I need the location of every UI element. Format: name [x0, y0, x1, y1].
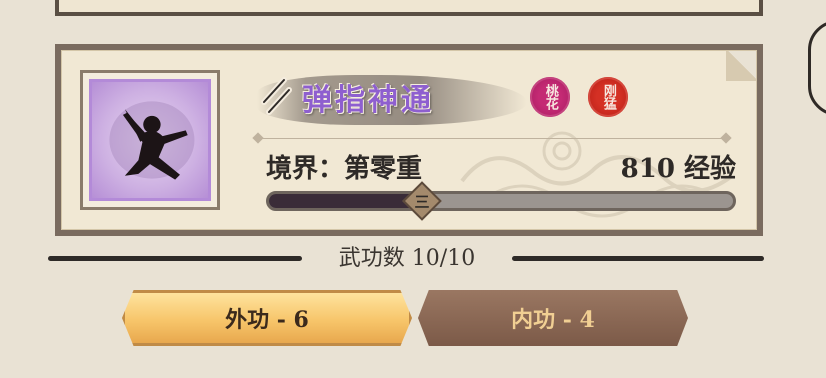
count-divider-left: [48, 256, 302, 261]
progress-marker-label: 三: [414, 192, 430, 211]
progress-bar: [266, 191, 736, 211]
skill-portrait-frame: [80, 70, 220, 210]
progress-bar-fill: [269, 194, 423, 208]
folded-corner: [726, 51, 756, 81]
side-scroll-handle[interactable]: [808, 20, 826, 116]
skill-card[interactable]: 弹指神通 桃花 刚猛 境界：第零重 810 经验 三: [55, 44, 763, 236]
tag-seal-strong[interactable]: 刚猛: [588, 77, 628, 117]
kicking-martial-artist-icon: [109, 101, 195, 180]
skill-card-body: 弹指神通 桃花 刚猛 境界：第零重 810 经验 三: [61, 50, 757, 230]
divider-line: [258, 138, 726, 139]
realm-label: 境界：第零重: [266, 154, 423, 184]
tab-internal-skills[interactable]: 内功 - 4: [418, 290, 688, 346]
skill-portrait: [89, 79, 211, 201]
count-divider-right: [512, 256, 764, 261]
finger-flick-icon: [261, 77, 292, 115]
tab-external-skills[interactable]: 外功 - 6: [122, 290, 412, 346]
experience-value: 810 经验: [620, 154, 736, 184]
previous-skill-card[interactable]: [55, 0, 763, 16]
tag-seal-peach-blossom[interactable]: 桃花: [530, 77, 570, 117]
skill-name: 弹指神通: [302, 83, 434, 118]
martial-arts-count: 武功数 10/10: [338, 246, 476, 271]
